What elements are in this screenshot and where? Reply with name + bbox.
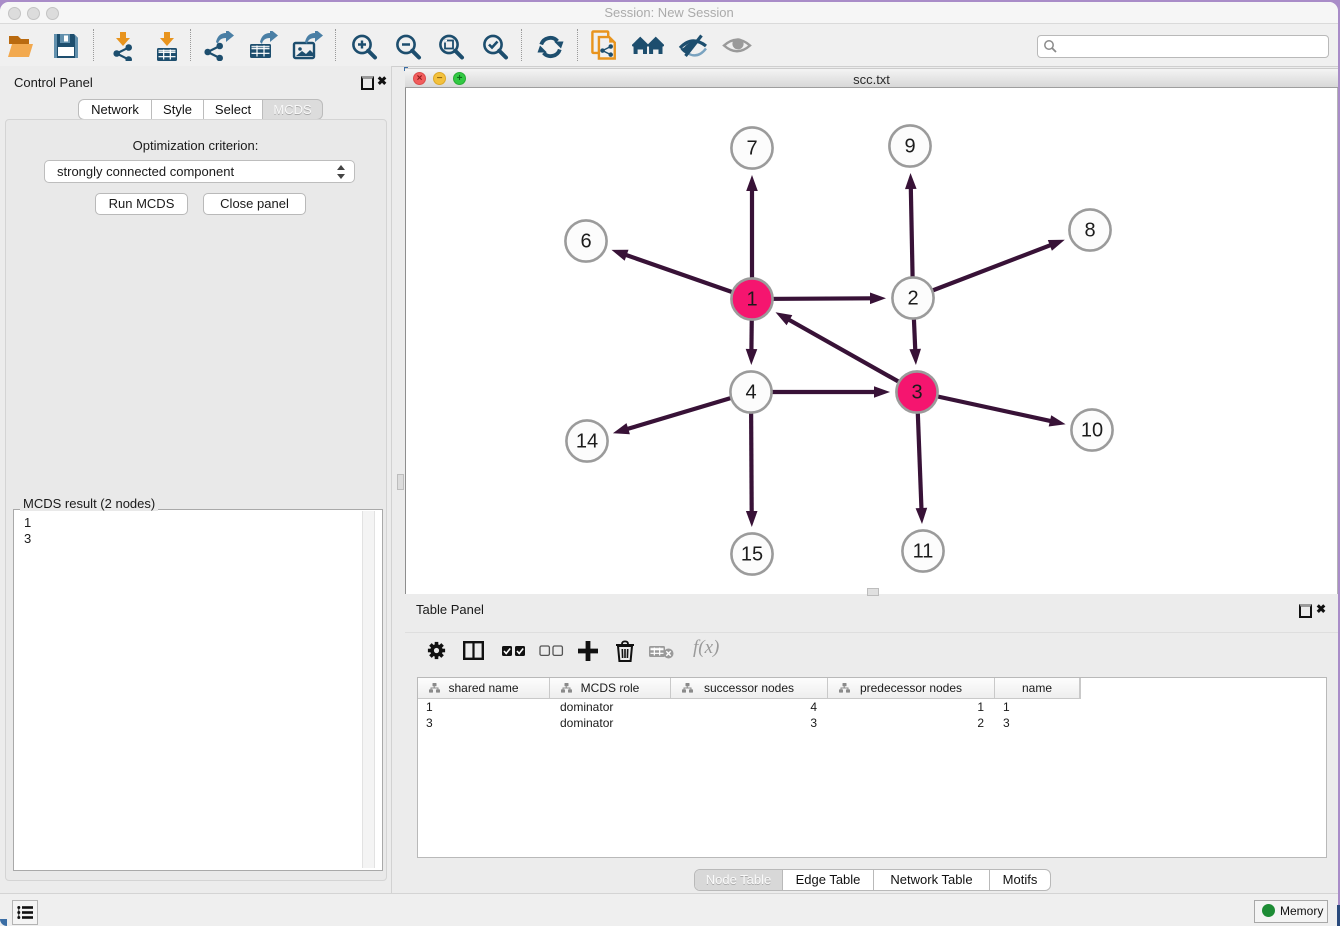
svg-text:15: 15	[741, 544, 763, 566]
svg-text:4: 4	[745, 382, 756, 404]
svg-text:7: 7	[746, 138, 757, 160]
svg-text:9: 9	[904, 136, 915, 158]
svg-text:2: 2	[907, 288, 918, 310]
svg-text:1: 1	[746, 289, 757, 311]
svg-text:3: 3	[911, 382, 922, 404]
svg-text:8: 8	[1084, 220, 1095, 242]
svg-text:14: 14	[576, 431, 598, 453]
svg-text:11: 11	[913, 541, 934, 563]
svg-text:6: 6	[580, 231, 591, 253]
svg-text:10: 10	[1081, 420, 1103, 442]
